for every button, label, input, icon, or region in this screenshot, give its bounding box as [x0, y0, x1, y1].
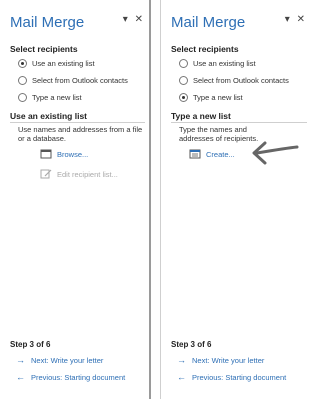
radio-label: Select from Outlook contacts	[193, 75, 289, 85]
next-step-link[interactable]: → Next: Write your letter	[177, 355, 264, 365]
radio-label: Use an existing list	[32, 58, 95, 68]
pane-options-dropdown-icon[interactable]: ▾	[285, 14, 290, 25]
arrow-left-icon: ←	[177, 372, 186, 382]
create-link[interactable]: Create...	[189, 149, 235, 159]
pane-options-dropdown-icon[interactable]: ▾	[123, 14, 128, 25]
radio-unchecked-icon	[18, 92, 27, 102]
pane-controls: ▾ ✕	[281, 14, 305, 25]
section-divider	[10, 122, 145, 123]
radio-unchecked-icon	[179, 75, 188, 85]
browse-link[interactable]: Browse...	[40, 149, 88, 159]
section-heading: Type a new list	[171, 111, 231, 121]
step-indicator: Step 3 of 6	[10, 340, 51, 349]
section-description: Use names and addresses from a file or a…	[18, 125, 143, 143]
radio-unchecked-icon	[18, 75, 27, 85]
annotation-arrow-icon	[252, 141, 299, 165]
step-indicator: Step 3 of 6	[171, 340, 212, 349]
mail-merge-pane-existing-list: Mail Merge ▾ ✕ Select recipients Use an …	[0, 0, 151, 399]
close-icon[interactable]: ✕	[135, 14, 143, 25]
radio-select-outlook-contacts[interactable]: Select from Outlook contacts	[179, 74, 289, 86]
mail-merge-pane-new-list: Mail Merge ▾ ✕ Select recipients Use an …	[160, 0, 311, 399]
select-recipients-heading: Select recipients	[171, 44, 239, 54]
next-step-label: Next: Write your letter	[31, 355, 104, 365]
next-step-label: Next: Write your letter	[192, 355, 265, 365]
radio-checked-icon	[179, 92, 188, 102]
previous-step-link[interactable]: ← Previous: Starting document	[16, 372, 125, 382]
radio-select-outlook-contacts[interactable]: Select from Outlook contacts	[18, 74, 128, 86]
radio-type-new-list[interactable]: Type a new list	[18, 91, 82, 103]
edit-recipient-list-link: Edit recipient list...	[40, 169, 118, 179]
radio-label: Use an existing list	[193, 58, 256, 68]
arrow-right-icon: →	[16, 355, 25, 365]
section-divider	[171, 122, 307, 123]
previous-step-label: Previous: Starting document	[192, 372, 287, 382]
radio-label: Select from Outlook contacts	[32, 75, 128, 85]
pane-title: Mail Merge	[171, 14, 246, 31]
radio-use-existing-list[interactable]: Use an existing list	[18, 57, 95, 69]
close-icon[interactable]: ✕	[297, 14, 305, 25]
radio-unchecked-icon	[179, 58, 188, 68]
edit-recipient-list-label: Edit recipient list...	[57, 169, 118, 179]
radio-checked-icon	[18, 58, 27, 68]
section-heading: Use an existing list	[10, 111, 87, 121]
next-step-link[interactable]: → Next: Write your letter	[16, 355, 103, 365]
arrow-left-icon: ←	[16, 372, 25, 382]
pane-controls: ▾ ✕	[119, 14, 143, 25]
select-recipients-heading: Select recipients	[10, 44, 78, 54]
radio-type-new-list[interactable]: Type a new list	[179, 91, 243, 103]
previous-step-label: Previous: Starting document	[31, 372, 126, 382]
radio-label: Type a new list	[32, 92, 82, 102]
browse-label: Browse...	[57, 149, 89, 159]
previous-step-link[interactable]: ← Previous: Starting document	[177, 372, 286, 382]
create-list-icon	[189, 149, 201, 159]
radio-use-existing-list[interactable]: Use an existing list	[179, 57, 256, 69]
folder-document-icon	[40, 149, 52, 159]
edit-document-icon	[40, 169, 52, 179]
radio-label: Type a new list	[193, 92, 243, 102]
arrow-right-icon: →	[177, 355, 186, 365]
pane-title: Mail Merge	[10, 14, 85, 31]
create-label: Create...	[206, 149, 235, 159]
